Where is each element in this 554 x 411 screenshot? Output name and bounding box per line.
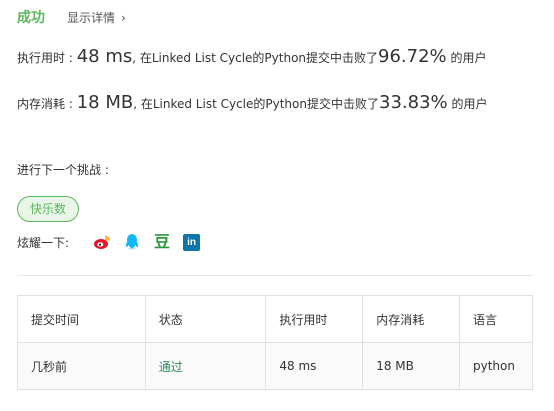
runtime-summary: 执行用时 : 48 ms, 在Linked List Cycle的Python提…	[17, 46, 537, 69]
memory-summary: 内存消耗 : 18 MB, 在Linked List Cycle的Python提…	[17, 92, 537, 115]
runtime-text: 在Linked List Cycle的Python提交中击败了	[139, 51, 379, 65]
submissions-table: 提交时间 状态 执行用时 内存消耗 语言 几秒前 通过 48 ms 18 MB …	[17, 295, 533, 390]
cell-memory: 18 MB	[362, 342, 460, 390]
next-challenge-label: 进行下一个挑战 :	[17, 163, 109, 177]
cell-runtime: 48 ms	[265, 342, 364, 390]
memory-value: 18 MB	[76, 92, 134, 113]
header-status: 状态	[144, 295, 267, 343]
chevron-right-icon: ›	[121, 11, 126, 25]
next-challenge-tag[interactable]: 快乐数	[17, 196, 80, 222]
cell-status: 通过	[144, 342, 267, 390]
share-row: 炫耀一下: 豆 in	[17, 233, 201, 251]
header-memory: 内存消耗	[362, 295, 460, 343]
runtime-label: 执行用时 :	[17, 51, 77, 65]
header-submit-time: 提交时间	[17, 295, 146, 343]
runtime-sep: ,	[132, 51, 140, 65]
memory-sep: ,	[133, 97, 141, 111]
linkedin-glyph: in	[187, 236, 196, 248]
share-icons: 豆 in	[93, 233, 201, 251]
show-details-link[interactable]: 显示详情 ›	[67, 9, 126, 26]
submission-result-panel: 成功 显示详情 › 执行用时 : 48 ms, 在Linked List Cycl…	[0, 0, 554, 411]
memory-suffix: 的用户	[447, 97, 488, 111]
header-language: 语言	[459, 295, 533, 343]
qq-icon[interactable]	[123, 233, 141, 251]
runtime-percent: 96.72%	[378, 46, 447, 67]
cell-language: python	[459, 342, 533, 390]
linkedin-icon[interactable]: in	[183, 233, 201, 251]
cell-submit-time: 几秒前	[17, 342, 146, 390]
share-label: 炫耀一下:	[17, 235, 70, 250]
divider	[17, 275, 533, 276]
douban-glyph: 豆	[154, 232, 171, 251]
status-title: 成功	[17, 10, 45, 26]
douban-icon[interactable]: 豆	[153, 233, 171, 251]
memory-label: 内存消耗 :	[17, 97, 77, 111]
status-row: 成功 显示详情 ›	[17, 7, 126, 27]
weibo-icon[interactable]	[93, 233, 111, 251]
memory-percent: 33.83%	[379, 92, 448, 113]
table-header-row: 提交时间 状态 执行用时 内存消耗 语言	[17, 295, 533, 343]
table-row: 几秒前 通过 48 ms 18 MB python	[17, 342, 533, 390]
show-details-label: 显示详情	[67, 11, 116, 25]
runtime-suffix: 的用户	[446, 51, 487, 65]
memory-text: 在Linked List Cycle的Python提交中击败了	[140, 97, 379, 111]
header-runtime: 执行用时	[265, 295, 364, 343]
status-pass-link[interactable]: 通过	[159, 360, 183, 374]
runtime-value: 48 ms	[76, 46, 133, 67]
